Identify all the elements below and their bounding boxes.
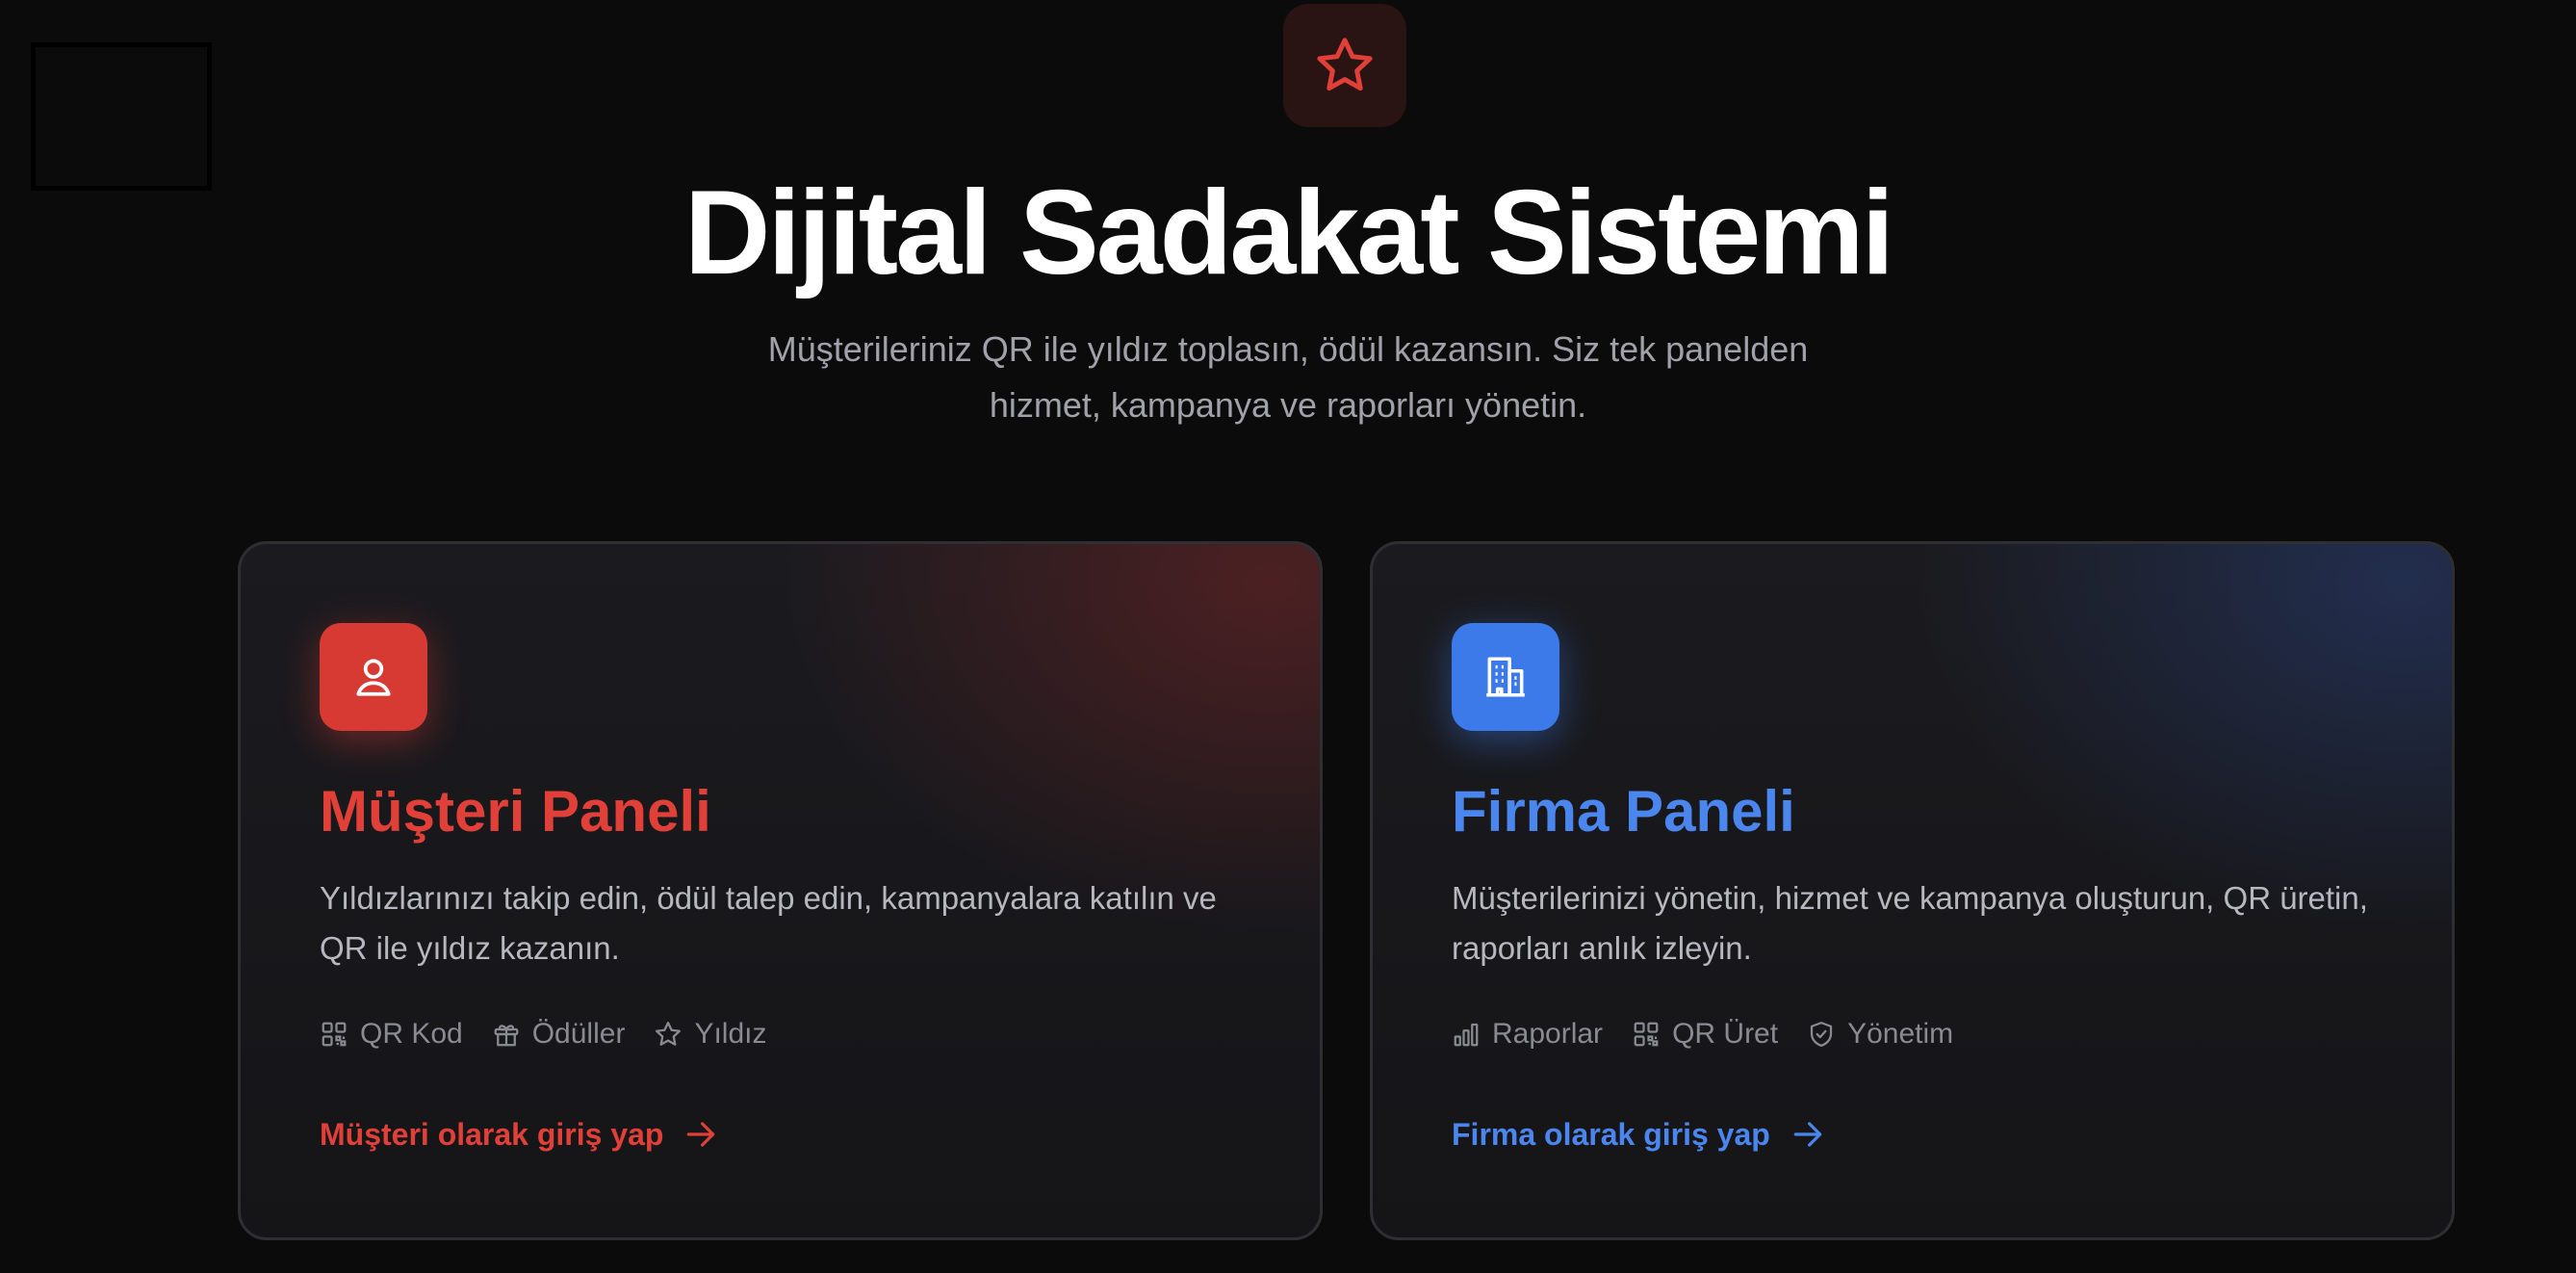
tag-qr-code: QR Kod [320,1018,463,1051]
arrow-right-icon [687,1122,715,1147]
company-panel-card[interactable]: Firma Paneli Müşterilerinizi yönetin, hi… [1370,541,2455,1240]
customer-login-link[interactable]: Müşteri olarak giriş yap [320,1116,719,1153]
tag-rewards: Ödüller [492,1018,626,1051]
tag-label: Raporlar [1492,1018,1604,1050]
page-subtitle: Müşterileriniz QR ile yıldız toplasın, ö… [767,329,1809,425]
qr-code-icon [1634,1022,1659,1047]
customer-panel-icon-badge [320,623,427,731]
shield-check-icon [1810,1022,1833,1047]
star-icon [1317,38,1373,91]
user-icon [356,659,391,696]
tag-star: Yıldız [654,1018,766,1051]
company-panel-tags: Raporlar QR Üret Yönetim [1452,1018,1953,1051]
customer-panel-description: Yıldızlarınızı takip edin, ödül talep ed… [320,880,1217,966]
customer-panel-card[interactable]: Müşteri Paneli Yıldızlarınızı takip edin… [238,541,1323,1240]
bar-chart-icon [1454,1023,1479,1047]
tag-label: Yıldız [694,1018,767,1050]
tag-reports: Raporlar [1452,1018,1603,1051]
tag-label: QR Kod [360,1018,463,1050]
company-panel-description: Müşterilerinizi yönetin, hizmet ve kampa… [1452,880,2368,966]
customer-panel-tags: QR Kod Ödüller Yıldız [320,1018,766,1051]
company-panel-title: Firma Paneli [1452,779,1795,844]
tag-label: QR Üret [1672,1018,1779,1050]
customer-panel-title: Müşteri Paneli [320,779,711,844]
tag-label: Ödüller [531,1018,626,1050]
customer-login-label: Müşteri olarak giriş yap [320,1116,664,1152]
gift-icon [494,1025,519,1047]
tag-qr-generate: QR Üret [1632,1018,1778,1051]
hero-star-badge [1283,4,1406,127]
landing-page: Dijital Sadakat Sistemi Müşterileriniz Q… [0,0,2576,1273]
qr-code-icon [322,1022,347,1047]
tag-management: Yönetim [1807,1018,1953,1051]
company-login-label: Firma olarak giriş yap [1452,1116,1770,1152]
tag-label: Yönetim [1847,1018,1954,1050]
company-panel-icon-badge [1452,623,1559,731]
star-icon [656,1022,682,1046]
company-login-link[interactable]: Firma olarak giriş yap [1452,1116,1826,1153]
page-title: Dijital Sadakat Sistemi [683,167,1894,299]
building-icon [1486,657,1525,697]
arrow-right-icon [1793,1122,1822,1147]
